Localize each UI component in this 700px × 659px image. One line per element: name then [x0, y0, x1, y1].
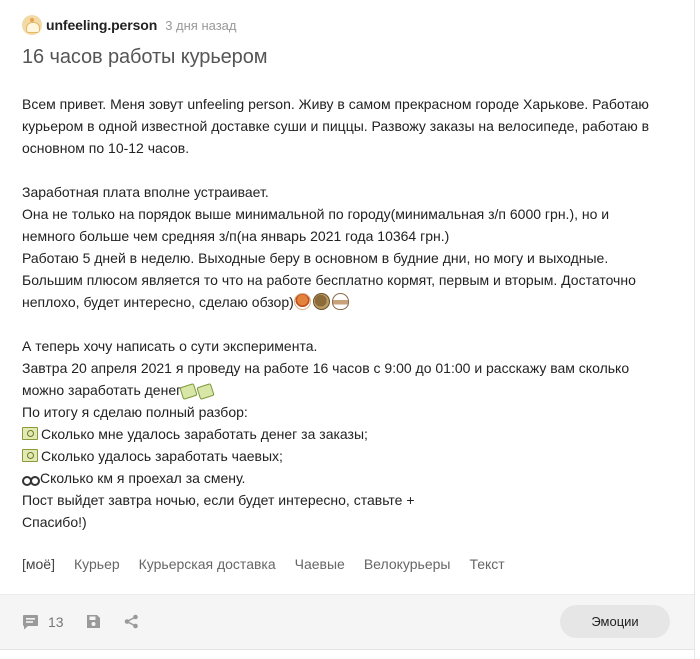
author-name[interactable]: unfeeling.person: [46, 17, 157, 33]
post-card: unfeeling.person 3 дня назад 16 часов ра…: [0, 0, 695, 659]
tag-list: [моё] Курьер Курьерская доставка Чаевые …: [22, 556, 524, 572]
flying-money-icon: [179, 383, 198, 400]
avatar[interactable]: [22, 15, 42, 35]
tag-item[interactable]: Велокурьеры: [364, 556, 451, 572]
bullet-text: Сколько удалось заработать чаевых;: [41, 448, 283, 464]
save-icon: [87, 615, 100, 628]
body-line: Большим плюсом является то что на работе…: [22, 272, 636, 288]
body-line: Работаю 5 дней в неделю. Выходные беру в…: [22, 250, 609, 266]
comments-count: 13: [48, 614, 64, 630]
share-icon: [124, 614, 138, 629]
body-line: основном по 10-12 часов.: [22, 140, 190, 156]
body-line: Спасибо!): [22, 514, 87, 530]
tag-item[interactable]: Чаевые: [295, 556, 345, 572]
bullet-line: Сколько удалось заработать чаевых;: [22, 445, 672, 467]
post-time[interactable]: 3 дня назад: [165, 18, 236, 33]
post-footer: 13 Эмоции: [0, 594, 694, 650]
post-body: Всем привет. Меня зовут unfeeling person…: [22, 93, 672, 533]
body-line-text: неплохо, будет интересно, сделаю обзор): [22, 294, 294, 310]
bullet-text: Сколько мне удалось заработать денег за …: [41, 426, 368, 442]
comments-button[interactable]: 13: [22, 614, 64, 630]
post-header: unfeeling.person 3 дня назад: [22, 14, 236, 36]
emotions-button[interactable]: Эмоции: [560, 605, 670, 638]
tag-item[interactable]: Курьер: [74, 556, 120, 572]
body-line: А теперь хочу написать о сути эксперимен…: [22, 338, 318, 354]
post-title[interactable]: 16 часов работы курьером: [22, 46, 267, 69]
footer-divider: [0, 649, 694, 650]
comment-icon: [23, 615, 38, 630]
curry-dish-icon: [293, 293, 311, 310]
falafel-icon: [312, 293, 330, 310]
save-button[interactable]: [86, 614, 101, 634]
tag-item[interactable]: [моё]: [22, 556, 55, 572]
tag-item[interactable]: Текст: [469, 556, 504, 572]
body-line: По итогу я сделаю полный разбор:: [22, 404, 248, 420]
bullet-line: Сколько км я проехал за смену.: [22, 467, 672, 489]
bicycle-icon: [22, 472, 40, 486]
body-line-money: можно заработать денег: [22, 379, 672, 401]
hot-drink-icon: [331, 293, 349, 310]
banknote-icon: [22, 427, 38, 440]
flying-money-icon: [196, 383, 215, 400]
body-line: немного больше чем средняя з/п(на январь…: [22, 228, 450, 244]
body-line-food: неплохо, будет интересно, сделаю обзор): [22, 291, 672, 313]
body-line: Завтра 20 апреля 2021 я проведу на работ…: [22, 360, 630, 376]
body-line: Пост выйдет завтра ночью, если будет инт…: [22, 492, 415, 508]
banknote-icon: [22, 449, 38, 462]
share-button[interactable]: [124, 614, 139, 634]
bullet-line: Сколько мне удалось заработать денег за …: [22, 423, 672, 445]
body-line: курьером в одной известной доставке суши…: [22, 118, 650, 134]
bullet-text: Сколько км я проехал за смену.: [40, 470, 246, 486]
body-line: Она не только на порядок выше минимально…: [22, 206, 610, 222]
tag-item[interactable]: Курьерская доставка: [139, 556, 276, 572]
body-line: Всем привет. Меня зовут unfeeling person…: [22, 96, 649, 112]
body-line: Заработная плата вполне устраивает.: [22, 184, 269, 200]
body-line-text: можно заработать денег: [22, 382, 182, 398]
